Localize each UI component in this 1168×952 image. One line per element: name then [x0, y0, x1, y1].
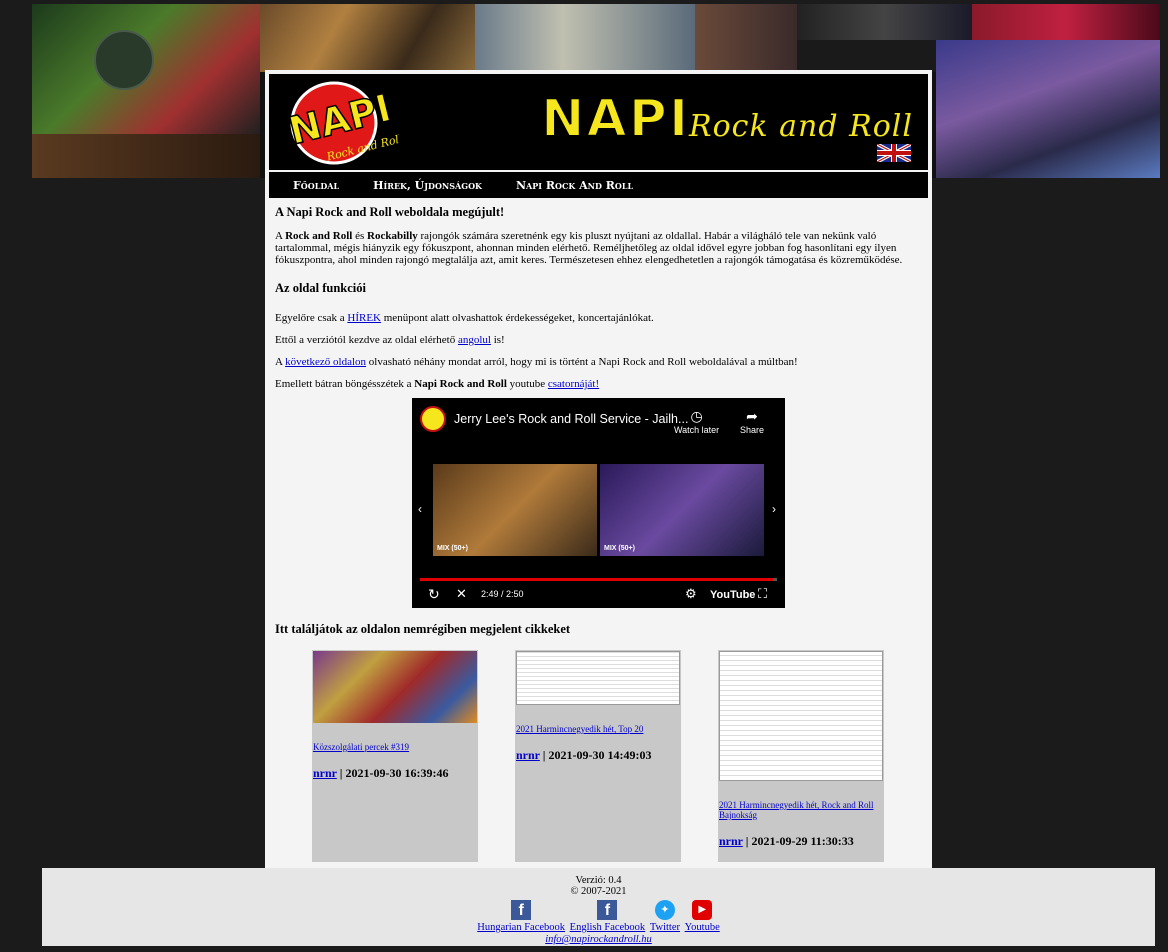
news-paragraph: Egyelőre csak a HÍREK menüpont alatt olv… [275, 312, 654, 324]
youtube-link[interactable]: Youtube [685, 922, 720, 933]
functions-heading: Az oldal funkciói [275, 281, 366, 295]
twitter-icon[interactable]: ✦ [654, 900, 675, 920]
settings-gear-icon[interactable]: ⚙ [685, 586, 697, 602]
suggestion-label: MIX (50+) [604, 545, 635, 552]
article-card: Közszolgálati percek #319 nrnr | 2021-09… [312, 650, 478, 862]
main-nav: Főoldal Hírek, Újdonságok Napi Rock And … [269, 172, 928, 198]
article-meta: nrnr | 2021-09-30 16:39:46 [313, 766, 449, 780]
suggestion-thumb[interactable]: MIX (50+) [433, 464, 597, 556]
author-link[interactable]: nrnr [719, 834, 743, 848]
video-title[interactable]: Jerry Lee's Rock and Roll Service - Jail… [454, 412, 688, 426]
author-link[interactable]: nrnr [313, 766, 337, 780]
article-link[interactable]: Közszolgálati percek #319 [313, 742, 409, 752]
time-display: 2:49 / 2:50 [481, 589, 524, 599]
prev-suggestion-button[interactable]: ‹ [418, 502, 422, 516]
article-thumbnail[interactable] [719, 651, 883, 781]
fullscreen-icon[interactable]: ⛶ [758, 586, 767, 602]
version-text: Verzió: 0.4 [575, 875, 622, 886]
site-logo[interactable]: NAPI Rock and Roll [279, 78, 399, 168]
nav-item-napi-rock-and-roll[interactable]: Napi Rock And Roll [516, 179, 633, 192]
recent-articles-heading: Itt találjátok az oldalon nemrégiben meg… [275, 622, 571, 636]
copyright-text: © 2007-2021 [570, 886, 627, 897]
progress-bar[interactable] [420, 578, 777, 581]
twitter-link[interactable]: Twitter [650, 922, 680, 933]
share-icon: ➦ [746, 408, 758, 424]
progress-fill [420, 578, 774, 581]
svg-text:Rock and Roll: Rock and Roll [688, 109, 913, 144]
english-facebook-link[interactable]: English Facebook [570, 922, 646, 933]
facebook-icon[interactable]: f [597, 900, 618, 920]
intro-paragraph: A Rock and Roll és Rockabilly rajongók s… [275, 230, 903, 266]
main-content: A Napi Rock and Roll weboldala megújult!… [275, 206, 925, 400]
site-header: NAPI Rock and Roll NAPI Rock and Roll [269, 74, 928, 170]
youtube-icon[interactable]: ▶ [692, 900, 713, 920]
watch-later-button[interactable]: ◷ Watch later [674, 408, 719, 435]
svg-text:NAPI: NAPI [541, 89, 690, 148]
youtube-logo[interactable]: YouTube [710, 589, 755, 601]
article-thumbnail[interactable] [313, 651, 477, 723]
suggestion-label: MIX (50+) [437, 545, 468, 552]
article-meta: nrnr | 2021-09-30 14:49:03 [516, 748, 652, 762]
nav-item-home[interactable]: Főoldal [293, 179, 339, 192]
author-link[interactable]: nrnr [516, 748, 540, 762]
clock-icon: ◷ [690, 408, 703, 424]
mute-icon[interactable]: ✕ [456, 586, 467, 602]
history-page-link[interactable]: következő oldalon [285, 356, 366, 368]
suggestion-thumb[interactable]: MIX (50+) [600, 464, 764, 556]
article-card: 2021 Harmincnegyedik hét, Rock and Roll … [718, 650, 884, 862]
youtube-embed[interactable]: Jerry Lee's Rock and Roll Service - Jail… [412, 398, 785, 608]
channel-avatar-icon[interactable] [420, 406, 446, 432]
site-footer: Verzió: 0.4 © 2007-2021 f Hungarian Faceb… [42, 868, 1155, 946]
article-thumbnail[interactable] [516, 651, 680, 705]
article-meta: nrnr | 2021-09-29 11:30:33 [719, 834, 854, 848]
english-paragraph: Ettől a verziótól kezdve az oldal elérhe… [275, 334, 505, 346]
article-card: 2021 Harmincnegyedik hét, Top 20 nrnr | … [515, 650, 681, 862]
social-links: f Hungarian Facebook f English Facebook ✦ T… [42, 900, 1155, 945]
english-language-flag-icon[interactable] [877, 144, 911, 162]
site-title: NAPI Rock and Roll [541, 88, 913, 148]
article-link[interactable]: 2021 Harmincnegyedik hét, Rock and Roll … [719, 800, 883, 820]
facebook-icon[interactable]: f [511, 900, 532, 920]
nav-item-news[interactable]: Hírek, Újdonságok [373, 179, 482, 192]
next-suggestion-button[interactable]: › [772, 502, 776, 516]
english-version-link[interactable]: angolul [458, 334, 491, 346]
history-paragraph: A következő oldalon olvasható néhány mon… [275, 356, 798, 368]
article-link[interactable]: 2021 Harmincnegyedik hét, Top 20 [516, 724, 643, 734]
youtube-paragraph: Emellett bátran böngésszétek a Napi Rock… [275, 378, 600, 390]
youtube-channel-link[interactable]: csatornáját! [548, 378, 599, 390]
news-link[interactable]: HÍREK [347, 312, 381, 324]
replay-icon[interactable]: ↻ [428, 586, 440, 603]
intro-heading: A Napi Rock and Roll weboldala megújult! [275, 205, 505, 219]
hungarian-facebook-link[interactable]: Hungarian Facebook [477, 922, 565, 933]
share-button[interactable]: ➦ Share [740, 408, 764, 435]
main-page: NAPI Rock and Roll NAPI Rock and Roll Fő… [265, 70, 932, 870]
email-link[interactable]: info@napirockandroll.hu [545, 934, 652, 945]
